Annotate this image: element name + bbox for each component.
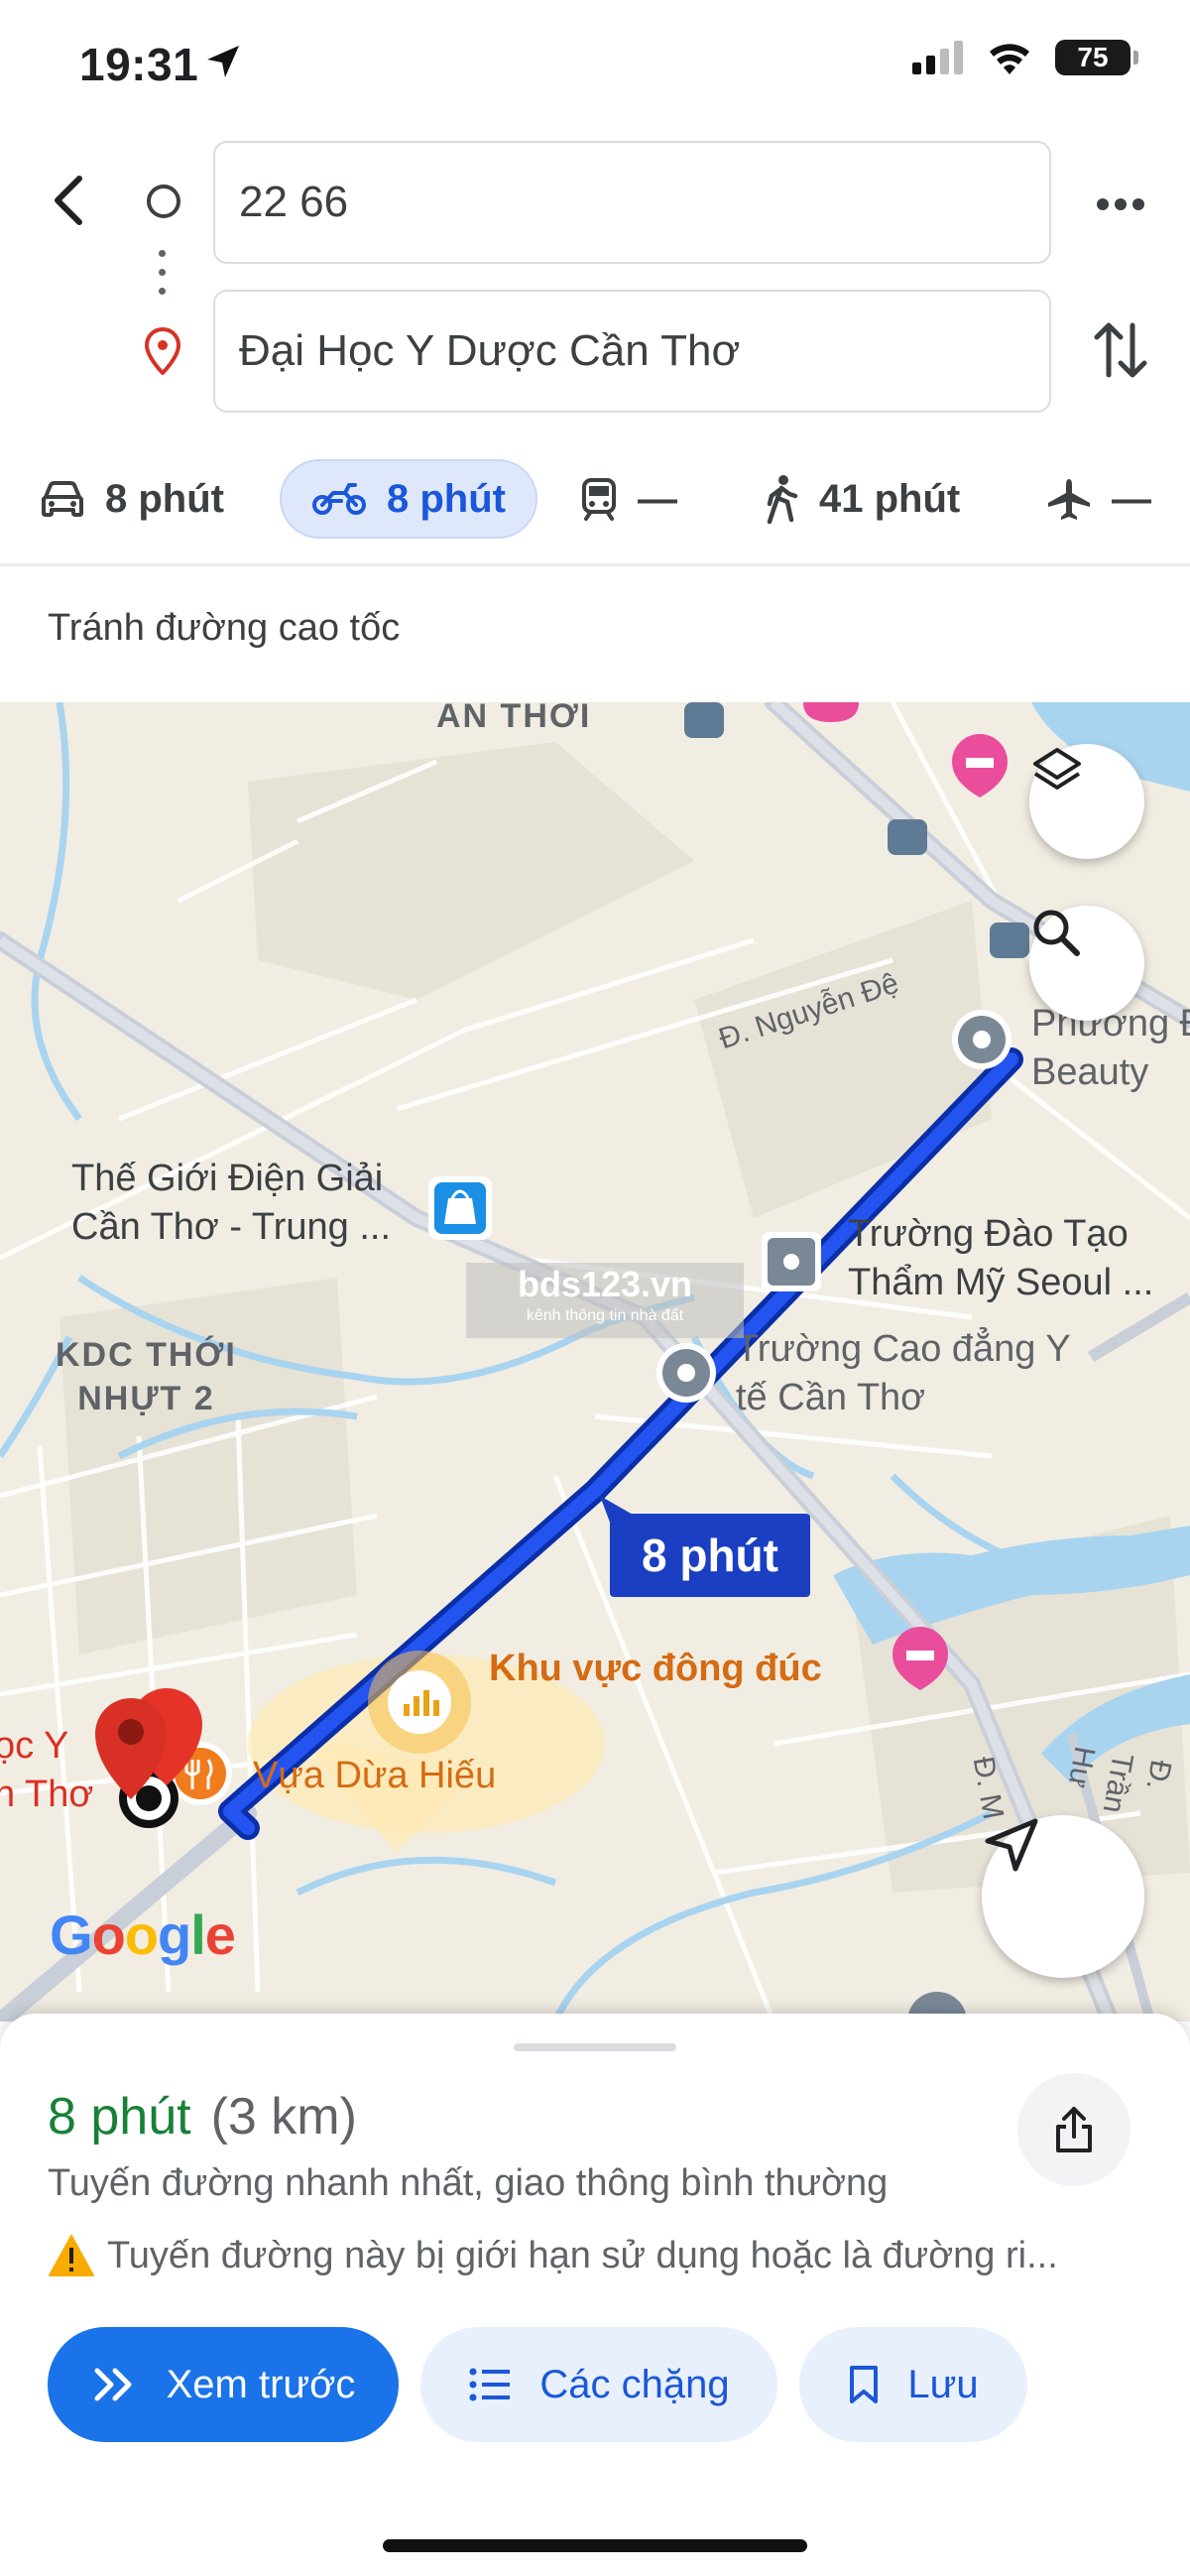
tab-walking[interactable]: 41 phút [764, 459, 960, 539]
route-summary: Tuyến đường nhanh nhất, giao thông bình … [48, 2162, 889, 2204]
route-duration: 8 phút (3 km) [48, 2087, 357, 2147]
route-dots-icon [159, 250, 167, 307]
directions-header: 22 66 Đại Học Y Dược Cần Thơ [0, 129, 1190, 436]
route-bottom-sheet[interactable]: 8 phút (3 km) Tuyến đường nhanh nhất, gia… [0, 2014, 1190, 2576]
steps-button[interactable]: Các chặng [420, 2327, 777, 2442]
map-label-an-thoi: AN THỚI [436, 702, 592, 735]
search-icon [1033, 910, 1080, 956]
origin-circle-icon [147, 184, 180, 218]
tab-driving-label: 8 phút [105, 476, 224, 521]
map-label-crowded-area[interactable]: Khu vực đông đúc [489, 1645, 822, 1693]
tab-motorbike-label: 8 phút [387, 476, 506, 521]
route-options-text[interactable]: Tránh đường cao tốc [48, 607, 400, 650]
status-bar: 19:31 75 [0, 0, 1190, 129]
map-view[interactable]: AN THỚI Đ. Nguyễn Đệ Phương Đ Beauty Thế… [0, 702, 1190, 2022]
destination-pin-icon [145, 327, 180, 375]
route-warning-text: Tuyến đường này bị giới hạn sử dụng hoặc… [107, 2234, 1058, 2276]
more-options-button[interactable] [1091, 175, 1150, 234]
tab-flight-label: — [1112, 476, 1151, 521]
battery-icon: 75 [1055, 40, 1138, 75]
navigation-arrow-icon [985, 1818, 1038, 1872]
list-icon [469, 2368, 511, 2401]
header-divider [0, 563, 1190, 566]
my-location-button[interactable] [982, 1815, 1144, 1978]
save-button[interactable]: Lưu [799, 2327, 1027, 2442]
transit-icon [582, 478, 616, 521]
tab-transit[interactable]: — [580, 459, 677, 539]
double-chevron-icon [94, 2368, 132, 2401]
duration-distance: (3 km) [210, 2088, 357, 2146]
status-icons: 75 [912, 40, 1138, 75]
tab-motorbike[interactable]: 8 phút [280, 459, 537, 539]
map-label-truong-dao-tao[interactable]: Trường Đào Tạo Thẩm Mỹ Seoul ... [848, 1210, 1153, 1308]
share-icon [1056, 2107, 1092, 2152]
motorbike-icon [312, 483, 366, 515]
sheet-drag-handle[interactable] [514, 2043, 676, 2051]
duration-time: 8 phút [48, 2088, 191, 2146]
map-label-truong-cao-dang[interactable]: Trường Cao đẳng Y tế Cần Thơ [736, 1325, 1071, 1423]
destination-input[interactable]: Đại Học Y Dược Cần Thơ [213, 290, 1051, 413]
tab-driving[interactable]: 8 phút [40, 459, 224, 539]
tab-transit-label: — [638, 476, 677, 521]
map-search-button[interactable] [1029, 906, 1144, 1021]
route-eta-bubble[interactable]: 8 phút [610, 1514, 810, 1597]
cellular-signal-icon [912, 41, 963, 74]
map-label-vua-dua-hieu[interactable]: Vựa Dừa Hiếu [253, 1752, 496, 1800]
layers-icon [1033, 748, 1081, 790]
tab-walking-label: 41 phút [819, 476, 961, 521]
map-label-the-gioi-dien-giai[interactable]: Thế Giới Điện Giải Cần Thơ - Trung ... [71, 1155, 391, 1253]
status-time: 19:31 [79, 39, 199, 90]
preview-button-label: Xem trước [166, 2362, 356, 2406]
swap-icon[interactable] [1091, 315, 1150, 385]
watermark: bds123.vn kênh thông tin nhà đất [466, 1263, 744, 1338]
travel-mode-tabs: 8 phút 8 phút — 41 phút — [0, 451, 1190, 551]
tab-flight[interactable]: — [1046, 459, 1151, 539]
bookmark-icon [850, 2366, 879, 2403]
google-logo: Google [50, 1903, 236, 1966]
map-label-kdc-thoi-nhut: KDC THỚI NHỰT 2 [56, 1336, 237, 1418]
preview-button[interactable]: Xem trước [48, 2327, 399, 2442]
map-label-destination[interactable]: ọc Y n Thơ [0, 1722, 93, 1820]
warning-icon [49, 2235, 94, 2276]
wifi-icon [990, 44, 1029, 74]
back-arrow-icon[interactable] [40, 169, 103, 232]
car-icon [42, 481, 83, 517]
flight-icon [1048, 479, 1090, 520]
route-warning[interactable]: Tuyến đường này bị giới hạn sử dụng hoặc… [48, 2234, 1058, 2277]
location-arrow-icon [207, 46, 239, 77]
layers-button[interactable] [1029, 744, 1144, 859]
walk-icon [767, 475, 798, 524]
steps-button-label: Các chặng [539, 2362, 730, 2406]
origin-input[interactable]: 22 66 [213, 141, 1051, 264]
home-indicator[interactable] [383, 2539, 807, 2552]
save-button-label: Lưu [907, 2362, 979, 2406]
share-button[interactable] [1017, 2073, 1130, 2186]
more-dots-icon [1097, 198, 1144, 210]
